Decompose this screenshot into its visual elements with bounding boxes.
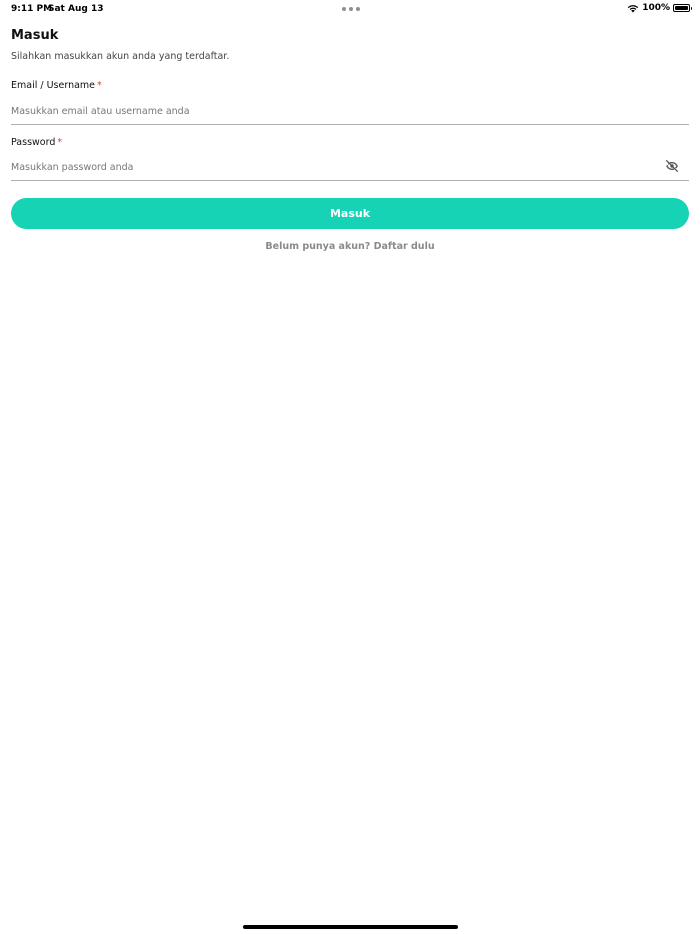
email-label-text: Email / Username — [11, 80, 96, 91]
page-subtitle: Silahkan masukkan akun anda yang terdaft… — [11, 51, 230, 62]
battery-percentage: 100% — [642, 3, 670, 13]
status-time: 9:11 PM — [11, 4, 53, 14]
home-indicator[interactable] — [243, 925, 458, 929]
email-input[interactable] — [11, 99, 689, 124]
email-required-mark: * — [97, 80, 102, 91]
login-button[interactable]: Masuk — [11, 198, 689, 229]
battery-level — [675, 6, 688, 10]
password-label-text: Password — [11, 137, 56, 148]
multitasking-dots-icon[interactable] — [342, 3, 360, 11]
eye-off-icon[interactable] — [664, 158, 680, 174]
register-link[interactable]: Belum punya akun? Daftar dulu — [0, 241, 700, 252]
password-input[interactable] — [11, 155, 689, 180]
email-field[interactable] — [11, 99, 689, 125]
status-date: Sat Aug 13 — [48, 4, 104, 14]
email-label: Email / Username * — [11, 80, 102, 91]
page-title: Masuk — [11, 28, 59, 43]
password-label: Password * — [11, 137, 62, 148]
status-bar: 9:11 PM Sat Aug 13 100% — [0, 0, 700, 18]
login-screen: 9:11 PM Sat Aug 13 100% Masuk Silahkan m… — [0, 0, 700, 934]
battery-icon — [673, 4, 692, 12]
wifi-icon — [627, 4, 639, 12]
password-required-mark: * — [57, 137, 63, 148]
status-indicators: 100% — [627, 3, 692, 13]
password-field[interactable] — [11, 155, 689, 181]
